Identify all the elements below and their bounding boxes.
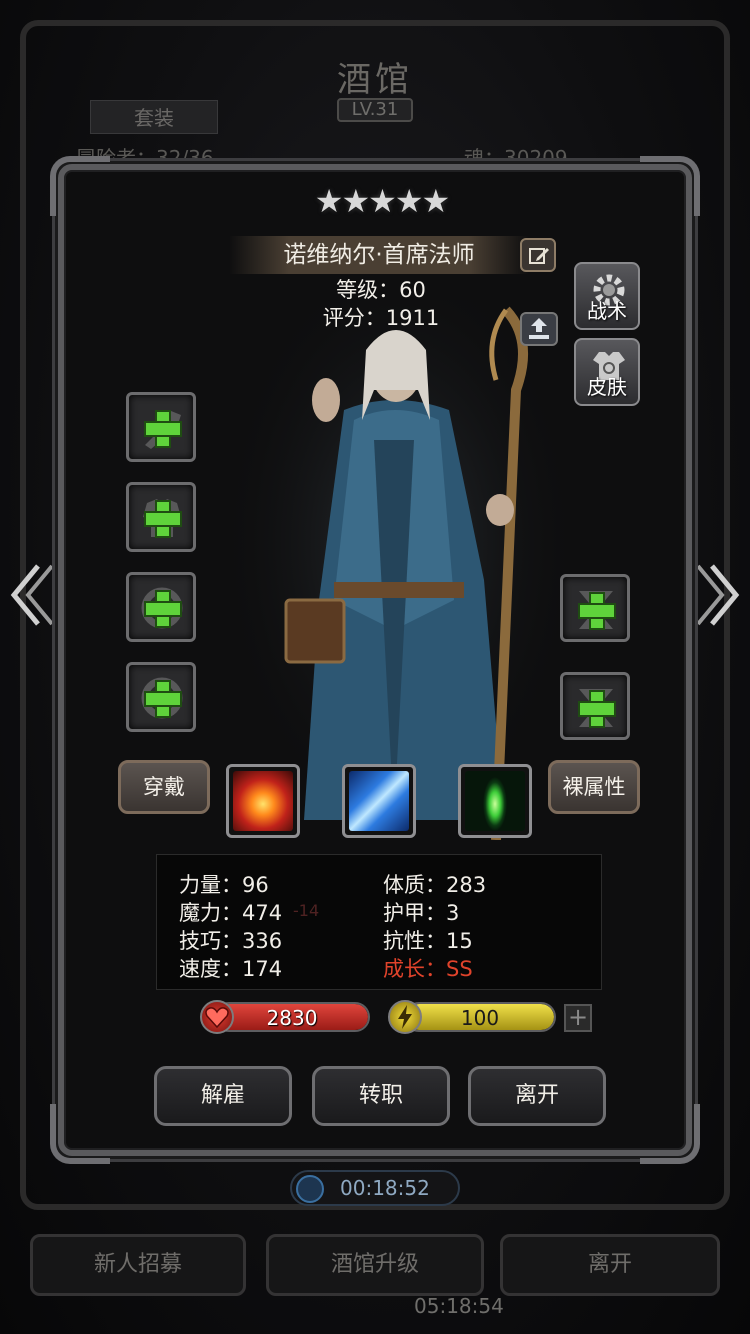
tavern-level: LV.31: [337, 98, 413, 122]
frame-corner: [640, 1104, 700, 1164]
plus-icon: [144, 410, 182, 448]
bottom-timer: 05:18:54: [414, 1294, 504, 1318]
clock-icon: [296, 1175, 324, 1203]
set-button[interactable]: 套装: [90, 100, 218, 134]
hero-star-rating: ★★★★★: [314, 182, 450, 220]
hero-detail-modal: ★★★★★ 诺维纳尔·首席法师 等级：60 评分：1911 战术 皮肤 穿戴 裸…: [50, 156, 700, 1164]
skin-button[interactable]: 皮肤: [574, 338, 640, 406]
attr-growth: 成长：SS: [383, 957, 473, 981]
attr-skill: 技巧：336: [179, 929, 283, 953]
plus-icon: [144, 590, 182, 628]
equipment-slot-accessory-1[interactable]: [560, 574, 630, 642]
ice-skill-icon[interactable]: [342, 764, 416, 838]
hero-portrait: [234, 300, 564, 841]
tavern-title: 酒馆: [337, 60, 413, 100]
plus-icon: [144, 500, 182, 538]
recruit-button[interactable]: 新人招募: [30, 1234, 246, 1296]
tactics-button[interactable]: 战术: [574, 262, 640, 330]
attr-resistance: 抗性：15: [383, 929, 473, 953]
leave-button[interactable]: 离开: [468, 1066, 606, 1126]
equipment-slot-armor[interactable]: [126, 482, 196, 552]
chevron-left-icon[interactable]: [8, 560, 58, 630]
attr-magic: 魔力：474: [179, 901, 283, 925]
transfer-class-button[interactable]: 转职: [312, 1066, 450, 1126]
lightning-icon: [388, 1000, 422, 1034]
tavern-timer-text: 00:18:52: [340, 1176, 430, 1200]
plus-icon: [578, 592, 616, 630]
energy-bar: 100: [404, 1002, 556, 1032]
hero-level: 等级：60: [336, 278, 426, 302]
energy-value: 100: [460, 1006, 500, 1030]
heart-icon: [200, 1000, 234, 1034]
nature-skill-icon[interactable]: [458, 764, 532, 838]
wear-button[interactable]: 穿戴: [118, 760, 210, 814]
frame-corner: [640, 156, 700, 216]
skin-label: 皮肤: [587, 375, 627, 399]
fire-skill-icon[interactable]: [226, 764, 300, 838]
tavern-leave-button[interactable]: 离开: [500, 1234, 720, 1296]
attr-speed: 速度：174: [179, 957, 283, 981]
tavern-timer: 00:18:52: [290, 1170, 460, 1206]
chevron-right-icon[interactable]: [692, 560, 742, 630]
plus-icon: [144, 680, 182, 718]
energy-plus-button[interactable]: +: [564, 1004, 592, 1032]
frame-corner: [50, 1104, 110, 1164]
equipment-slot-ring-1[interactable]: [126, 572, 196, 642]
dismiss-button[interactable]: 解雇: [154, 1066, 292, 1126]
attribute-panel: 力量：96 魔力：474 -14 技巧：336 速度：174 体质：283 护甲…: [156, 854, 602, 990]
equipment-slot-accessory-2[interactable]: [560, 672, 630, 740]
hp-bar: 2830: [214, 1002, 370, 1032]
attr-constitution: 体质：283: [383, 873, 487, 897]
tactics-label: 战术: [587, 299, 627, 323]
naked-attributes-button[interactable]: 裸属性: [548, 760, 640, 814]
hero-score: 评分：1911: [322, 306, 440, 330]
hero-name: 诺维纳尔·首席法师: [229, 236, 529, 274]
attr-strength: 力量：96: [179, 873, 269, 897]
plus-icon: [578, 690, 616, 728]
attr-armor: 护甲：3: [383, 901, 460, 925]
attr-magic-bonus: -14: [293, 901, 320, 920]
hp-value: 2830: [266, 1006, 318, 1030]
tavern-upgrade-button[interactable]: 酒馆升级: [266, 1234, 484, 1296]
share-icon[interactable]: [520, 312, 558, 346]
frame-corner: [50, 156, 110, 216]
equipment-slot-ring-2[interactable]: [126, 662, 196, 732]
equipment-slot-weapon[interactable]: [126, 392, 196, 462]
edit-icon[interactable]: [520, 238, 556, 272]
